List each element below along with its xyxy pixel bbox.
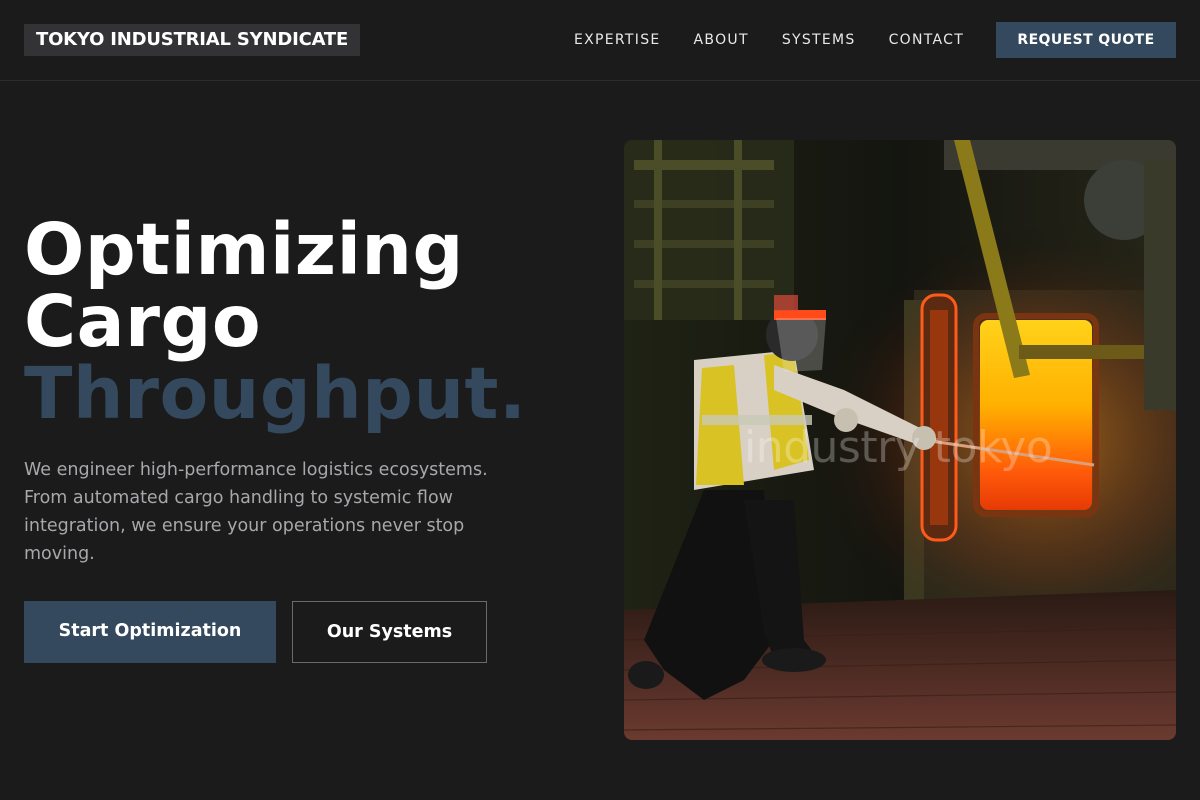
hero-headline: Optimizing Cargo Throughput. bbox=[24, 214, 526, 430]
nav-link-about[interactable]: ABOUT bbox=[694, 31, 749, 49]
nav-link-expertise[interactable]: EXPERTISE bbox=[574, 31, 661, 49]
our-systems-button[interactable]: Our Systems bbox=[292, 601, 487, 663]
site-header: TOKYO INDUSTRIAL SYNDICATE EXPERTISE ABO… bbox=[0, 0, 1200, 81]
brand-logo[interactable]: TOKYO INDUSTRIAL SYNDICATE bbox=[24, 24, 361, 56]
headline-line-1: Optimizing bbox=[24, 208, 464, 291]
main-nav: EXPERTISE ABOUT SYSTEMS CONTACT bbox=[574, 31, 997, 49]
hero-description: We engineer high-performance logistics e… bbox=[24, 460, 488, 564]
hero-image: industry tokyo bbox=[624, 140, 1176, 740]
request-quote-button[interactable]: REQUEST QUOTE bbox=[996, 22, 1176, 58]
headline-line-2: Cargo bbox=[24, 280, 262, 363]
start-optimization-button[interactable]: Start Optimization bbox=[24, 601, 276, 663]
nav-link-systems[interactable]: SYSTEMS bbox=[782, 31, 856, 49]
nav-link-contact[interactable]: CONTACT bbox=[889, 31, 965, 49]
image-watermark: industry tokyo bbox=[744, 422, 1053, 473]
headline-accent: Throughput. bbox=[24, 352, 527, 435]
